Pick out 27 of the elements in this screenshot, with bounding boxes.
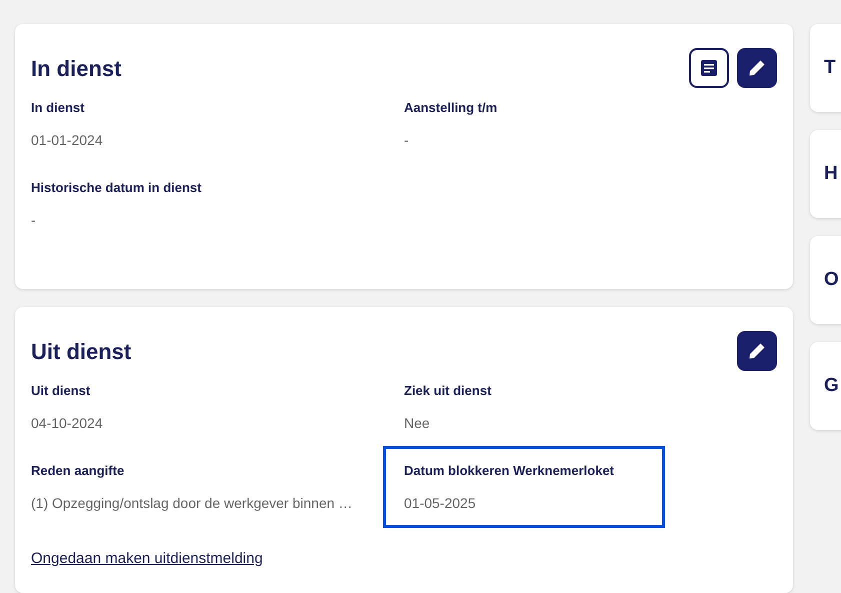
field-label: Ziek uit dienst [404,382,492,400]
card-title: G [824,374,839,398]
field-label: Uit dienst [31,382,90,400]
field-value: Nee [404,414,430,432]
card-title: Uit dienst [31,338,132,366]
pencil-icon [747,341,767,361]
field-value: 01-01-2024 [31,131,103,149]
field-label: Reden aangifte [31,462,124,480]
field-value: 01-05-2025 [404,494,476,512]
pencil-icon [747,58,767,78]
edit-button[interactable] [737,48,777,88]
field-label: Datum blokkeren Werknemerloket [404,462,614,480]
card-title: O [824,268,839,292]
field-label: Historische datum in dienst [31,179,202,197]
field-value: 04-10-2024 [31,414,103,432]
field-value: - [31,211,36,229]
field-value: (1) Opzegging/ontslag door de werkgever binnen … [31,494,352,512]
card-title: H [824,162,838,186]
document-button[interactable] [689,48,729,88]
undo-link[interactable]: Ongedaan maken uitdienstmelding [31,548,263,570]
card-title: In dienst [31,54,122,82]
field-label: Aanstelling t/m [404,99,498,117]
field-label: In dienst [31,99,84,117]
edit-button[interactable] [737,331,777,371]
card-title: T [824,56,836,80]
document-icon [700,59,718,77]
field-value: - [404,131,409,149]
